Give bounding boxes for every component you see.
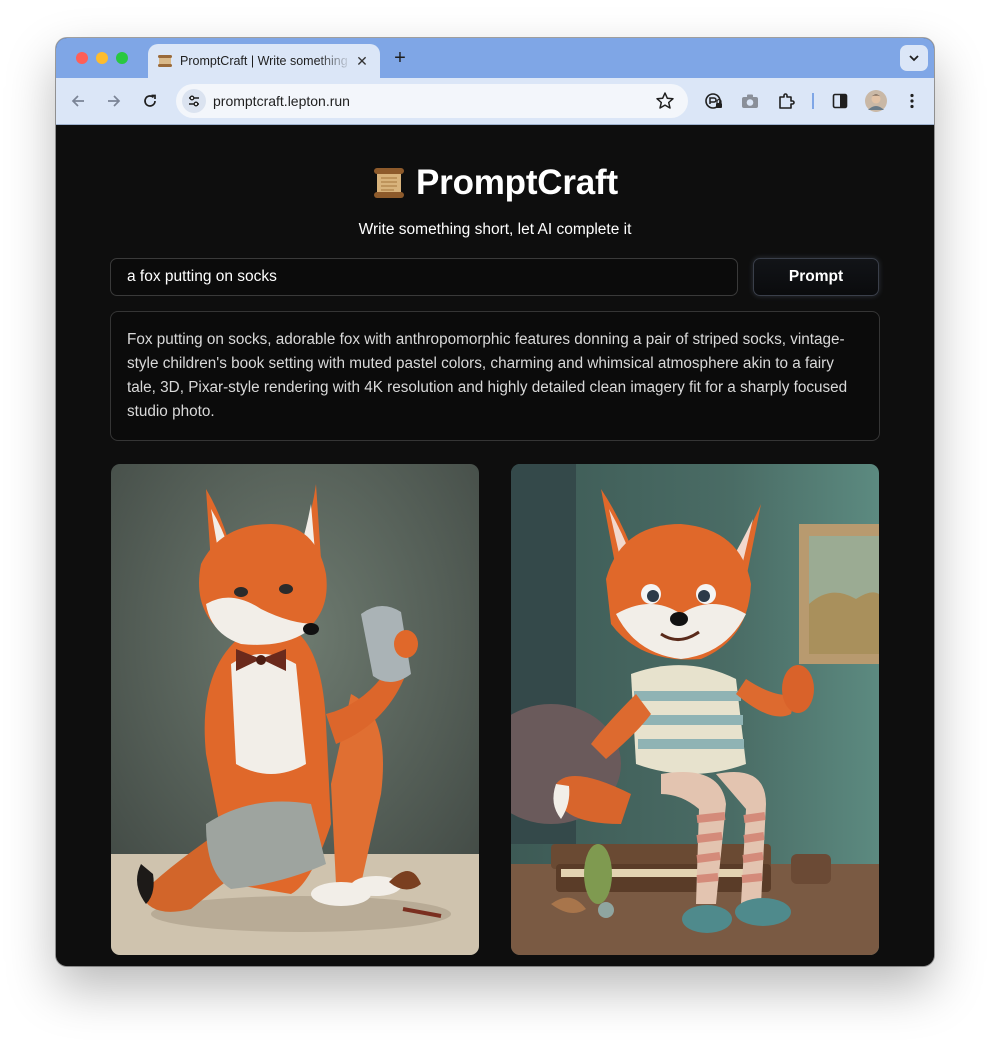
reload-icon[interactable] (138, 89, 162, 113)
side-panel-icon[interactable] (828, 89, 852, 113)
address-bar[interactable]: promptcraft.lepton.run (176, 84, 688, 118)
maximize-window-button[interactable] (116, 52, 128, 64)
generated-image-fox-bowtie[interactable] (111, 464, 479, 955)
completed-prompt-text: Fox putting on socks, adorable fox with … (110, 311, 880, 441)
prompt-button[interactable]: Prompt (753, 258, 879, 296)
bookmark-star-icon[interactable] (654, 90, 676, 112)
site-info-icon[interactable] (182, 89, 206, 113)
browser-window: PromptCraft | Write something short, let… (56, 38, 934, 966)
minimize-window-button[interactable] (96, 52, 108, 64)
scroll-icon (374, 168, 404, 198)
forward-icon[interactable] (102, 89, 126, 113)
tab-title: PromptCraft | Write something short, let… (180, 54, 352, 68)
url-text: promptcraft.lepton.run (213, 93, 350, 109)
tab-strip: PromptCraft | Write something short, let… (56, 38, 934, 78)
page-content: PromptCraft Write something short, let A… (56, 125, 934, 966)
more-menu-icon[interactable] (900, 89, 924, 113)
back-icon[interactable] (66, 89, 90, 113)
extensions-icon[interactable] (774, 89, 798, 113)
scroll-favicon-icon (158, 55, 172, 67)
browser-toolbar: promptcraft.lepton.run (56, 78, 934, 125)
toolbar-divider (812, 93, 814, 109)
generated-image-fox-striped-socks[interactable] (511, 464, 879, 955)
page-subtitle: Write something short, let AI complete i… (358, 221, 632, 238)
active-tab[interactable]: PromptCraft | Write something short, let… (148, 44, 380, 78)
close-window-button[interactable] (76, 52, 88, 64)
page-title: PromptCraft (416, 163, 618, 202)
camera-icon[interactable] (738, 89, 762, 113)
tab-close-icon[interactable]: ✕ (352, 51, 372, 71)
incognito-lock-icon[interactable] (702, 89, 726, 113)
tab-search-chevron-icon[interactable] (900, 45, 928, 71)
page-header: PromptCraft (56, 161, 934, 205)
profile-avatar[interactable] (864, 89, 888, 113)
new-tab-button[interactable]: + (388, 46, 412, 70)
prompt-input[interactable]: a fox putting on socks (110, 258, 738, 296)
